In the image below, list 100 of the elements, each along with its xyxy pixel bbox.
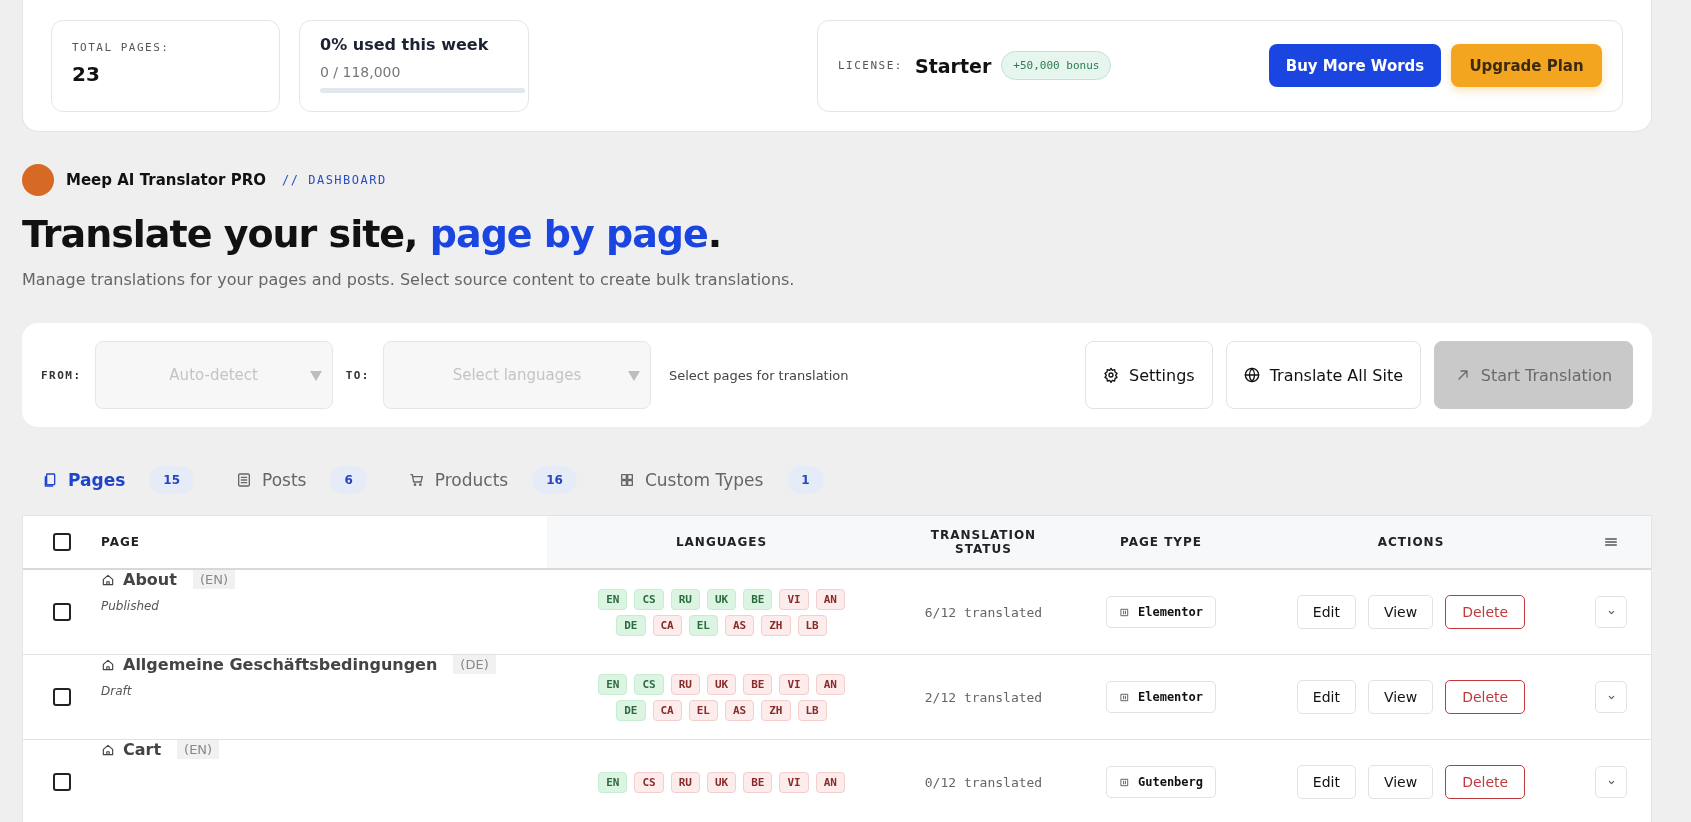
- home-icon: [101, 742, 115, 757]
- language-tag: BE: [743, 673, 773, 695]
- upgrade-button[interactable]: Upgrade Plan: [1451, 44, 1602, 87]
- language-tag: DE: [616, 614, 646, 636]
- grid-icon: [618, 472, 635, 488]
- settings-button[interactable]: Settings: [1085, 341, 1213, 409]
- language-tag: RU: [670, 771, 700, 793]
- home-icon: [101, 657, 115, 672]
- language-tag: CS: [634, 588, 664, 610]
- tab[interactable]: Products 16: [408, 466, 577, 494]
- cart-icon: [408, 472, 425, 488]
- bonus-badge: +50,000 bonus: [1001, 51, 1112, 80]
- language-tag: UK: [706, 588, 737, 610]
- document-icon: [42, 472, 58, 488]
- page-title[interactable]: Cart: [123, 740, 162, 759]
- tab-label: Pages: [68, 470, 126, 490]
- page-title[interactable]: About: [123, 570, 177, 589]
- license-label: LICENSE:: [838, 59, 903, 72]
- language-tag: CS: [634, 673, 664, 695]
- language-tag: VI: [779, 588, 809, 610]
- language-tag: BE: [743, 771, 773, 793]
- language-tag: EN: [598, 771, 628, 793]
- checkbox[interactable]: [53, 773, 71, 791]
- edit-button[interactable]: Edit: [1296, 765, 1356, 799]
- language-tag: VI: [779, 673, 809, 695]
- usage-title: 0% used this week: [320, 34, 490, 54]
- language-tag: UK: [706, 673, 737, 695]
- language-badge: (EN): [192, 570, 235, 589]
- language-tag: LB: [797, 614, 827, 636]
- usage-reading: 0 / 118,000: [320, 63, 402, 80]
- delete-button[interactable]: Delete: [1445, 765, 1526, 799]
- layout-icon: [1119, 776, 1130, 788]
- stat-label: TOTAL PAGES:: [72, 40, 171, 54]
- language-tag: AS: [725, 699, 755, 721]
- language-tag: UK: [706, 771, 737, 793]
- gear-icon: [1103, 367, 1119, 383]
- tab[interactable]: Custom Types 1: [618, 466, 824, 494]
- language-tag: LB: [797, 699, 827, 721]
- language-tag: AS: [725, 614, 755, 636]
- to-label: TO:: [345, 368, 370, 382]
- view-button[interactable]: View: [1367, 765, 1434, 799]
- language-tag: AN: [815, 588, 845, 610]
- language-tag: EN: [598, 673, 628, 695]
- app-name: Meep AI Translator PRO: [66, 171, 266, 189]
- language-tag: CA: [652, 699, 682, 721]
- language-tag: VI: [779, 771, 809, 793]
- delete-button[interactable]: Delete: [1445, 595, 1526, 629]
- tab[interactable]: Pages 15: [42, 466, 194, 494]
- tab-label: Custom Types: [644, 470, 764, 490]
- page-status: Published: [101, 599, 159, 613]
- language-tag: RU: [670, 588, 700, 610]
- count-badge: 6: [330, 466, 367, 494]
- page-type-badge: Elementor: [1106, 596, 1216, 628]
- globe-icon: [1243, 367, 1260, 383]
- tab[interactable]: Posts 6: [236, 466, 367, 494]
- page-subtitle: Manage translations for your pages and posts. Select source content to create bulk translations.: [22, 270, 796, 289]
- selection-hint: Select pages for translation: [669, 367, 849, 383]
- language-tag: BE: [743, 588, 773, 610]
- translate-site-button[interactable]: Translate All Site: [1225, 341, 1421, 409]
- language-tag: EN: [598, 588, 628, 610]
- page-status: Draft: [101, 684, 132, 698]
- checkbox[interactable]: [53, 533, 71, 551]
- tab-label: Products: [434, 470, 509, 490]
- language-badge: (EN): [177, 740, 220, 759]
- language-tag: DE: [616, 699, 646, 721]
- column-header: ACTIONS: [1376, 535, 1446, 549]
- delete-button[interactable]: Delete: [1445, 680, 1526, 714]
- checkbox[interactable]: [53, 688, 71, 706]
- language-tag: ZH: [761, 699, 791, 721]
- page-heading: Translate your site, page by page.: [22, 212, 723, 256]
- language-tag: AN: [815, 673, 845, 695]
- language-tag: ZH: [761, 614, 791, 636]
- plan-name: Starter: [915, 54, 992, 77]
- page-title[interactable]: Allgemeine Geschäftsbedingungen: [123, 655, 438, 674]
- count-badge: 15: [149, 466, 194, 494]
- from-label: FROM:: [41, 368, 82, 382]
- edit-button[interactable]: Edit: [1296, 680, 1356, 714]
- column-header: PAGE TYPE: [1118, 535, 1204, 549]
- page-type-badge: Elementor: [1106, 681, 1216, 713]
- language-tag: CS: [634, 771, 664, 793]
- logo-avatar: [22, 164, 54, 196]
- column-header: TRANSLATION STATUS: [929, 528, 1038, 556]
- language-tag: AN: [815, 771, 845, 793]
- buy-words-button[interactable]: Buy More Words: [1269, 44, 1441, 87]
- view-button[interactable]: View: [1367, 595, 1434, 629]
- caret-icon: [628, 371, 640, 381]
- view-button[interactable]: View: [1367, 680, 1434, 714]
- language-tag: CA: [652, 614, 682, 636]
- breadcrumb: // DASHBOARD: [282, 173, 387, 187]
- language-tag: EL: [688, 699, 718, 721]
- checkbox[interactable]: [53, 603, 71, 621]
- count-badge: 16: [532, 466, 577, 494]
- layout-icon: [1119, 606, 1130, 618]
- translation-status: 6/12 translated: [924, 604, 1043, 620]
- language-tag: EL: [688, 614, 718, 636]
- translation-status: 2/12 translated: [924, 689, 1043, 705]
- stat-value: 23: [72, 61, 101, 86]
- edit-button[interactable]: Edit: [1296, 595, 1356, 629]
- count-badge: 1: [787, 466, 824, 494]
- page-type-badge: Gutenberg: [1106, 766, 1216, 798]
